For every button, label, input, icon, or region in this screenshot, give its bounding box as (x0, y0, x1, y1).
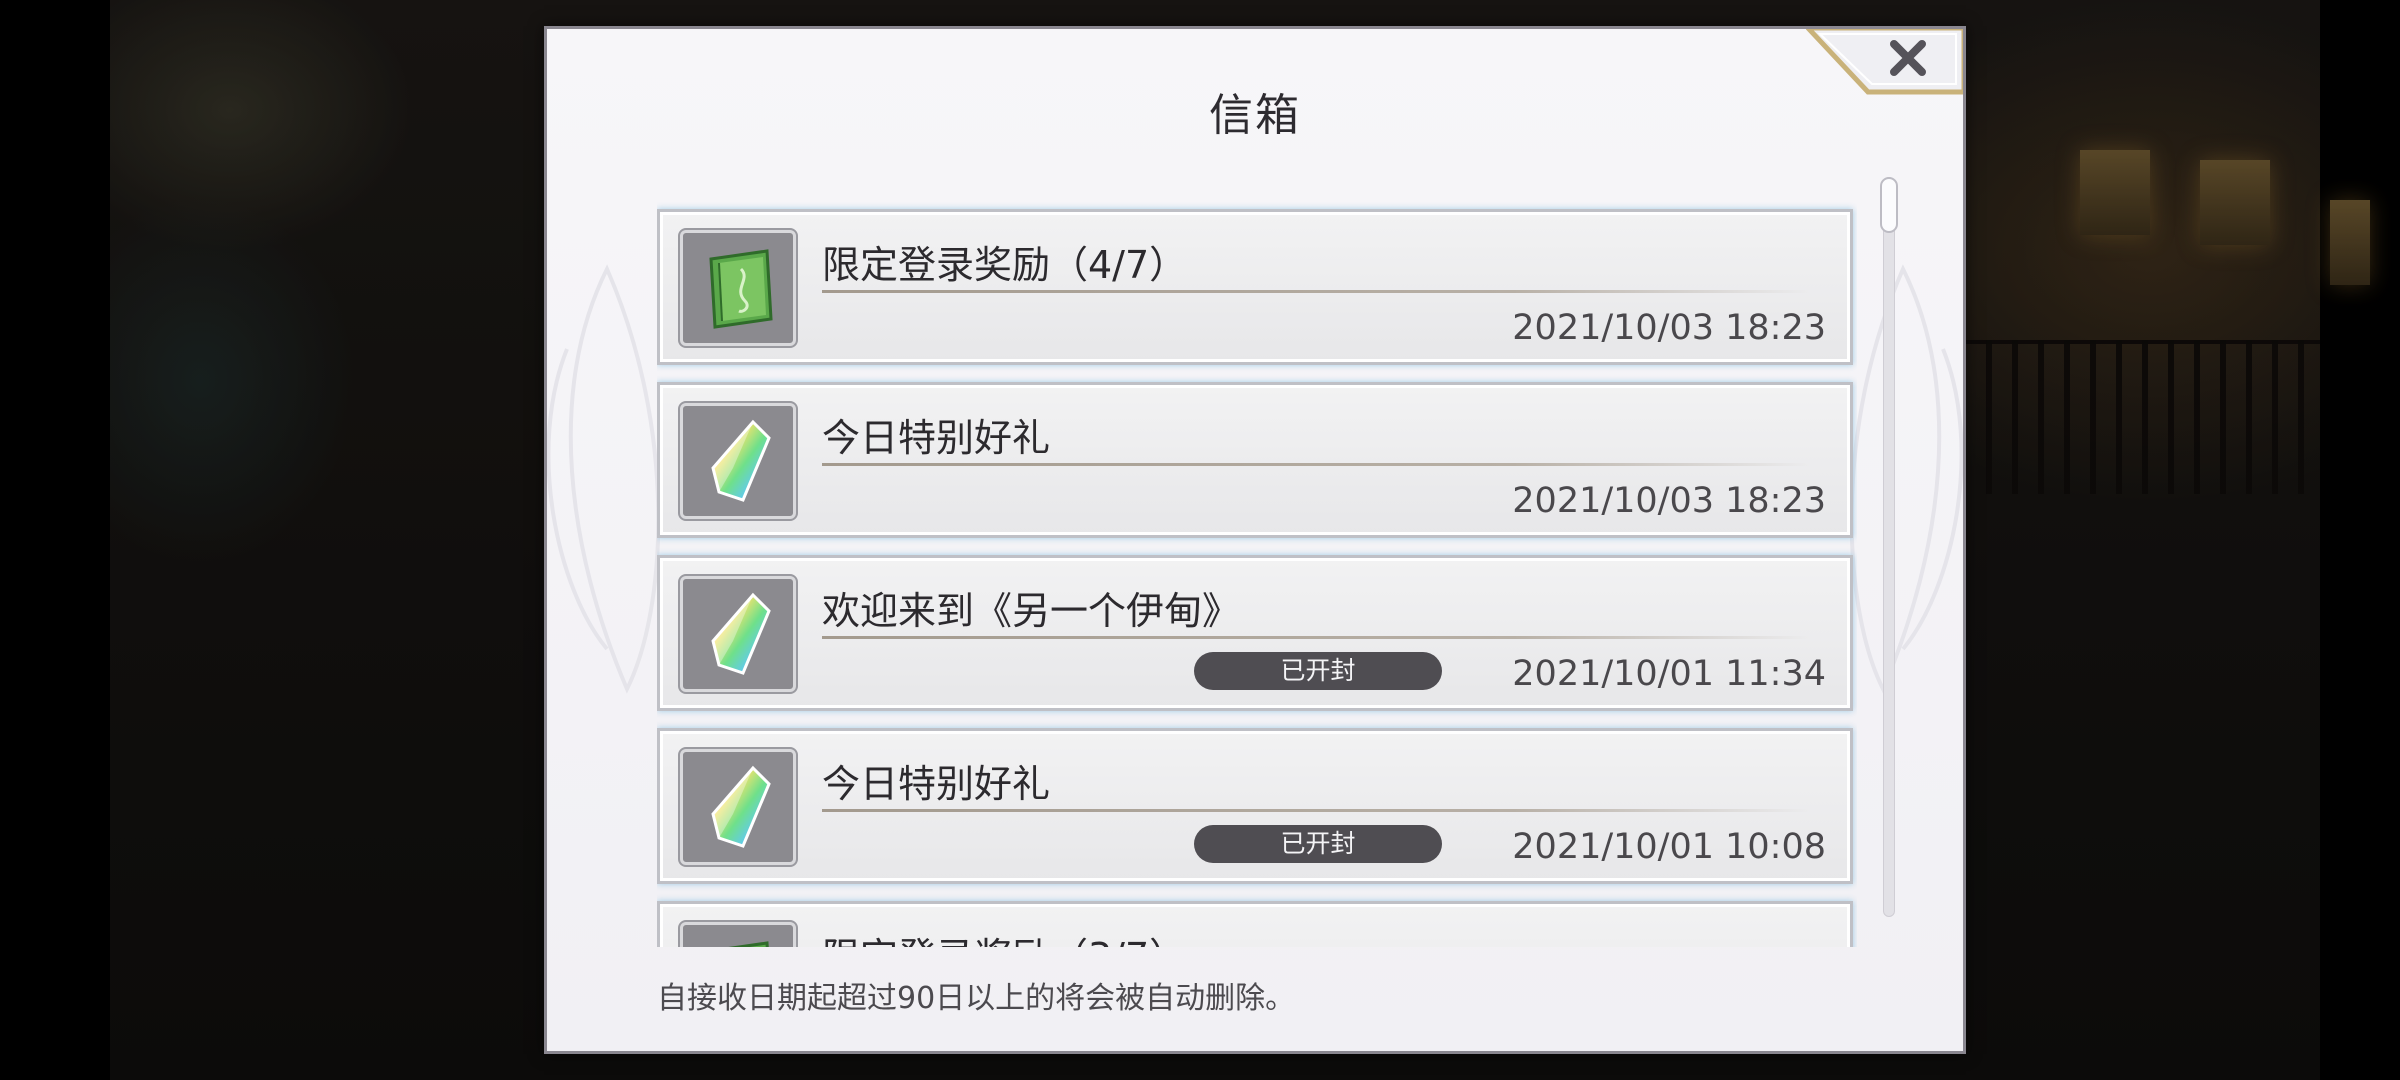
game-screen: 信箱 限定登录奖励（4/7） 2021/10/03 18:23 今日特别好礼 2… (0, 0, 2400, 1080)
green-ticket-icon (728, 941, 769, 947)
title-underline (822, 290, 1810, 293)
mail-title: 限定登录奖励（4/7） (822, 243, 1188, 287)
item-icon-frame (680, 230, 796, 346)
scrollbar-thumb[interactable] (1880, 177, 1898, 233)
item-icon-frame (680, 749, 796, 865)
item-icon-frame (680, 922, 796, 947)
item-icon-frame (680, 403, 796, 519)
mail-item[interactable]: 今日特别好礼 已开封 2021/10/01 10:08 (657, 728, 1853, 884)
scrollbar-track[interactable] (1883, 177, 1895, 917)
mail-title: 今日特别好礼 (822, 416, 1051, 460)
mail-item[interactable]: 欢迎来到《另一个伊甸》 已开封 2021/10/01 11:34 (657, 555, 1853, 711)
mail-item[interactable]: 今日特别好礼 2021/10/03 18:23 (657, 382, 1853, 538)
mail-item[interactable]: 限定登录奖励（4/7） 2021/10/03 18:23 (657, 209, 1853, 365)
mail-date: 2021/10/01 10:08 (1512, 827, 1826, 867)
close-icon (1890, 40, 1926, 76)
mailbox-dialog: 信箱 限定登录奖励（4/7） 2021/10/03 18:23 今日特别好礼 2… (544, 26, 1966, 1054)
mail-list[interactable]: 限定登录奖励（4/7） 2021/10/03 18:23 今日特别好礼 2021… (657, 181, 1857, 947)
mail-title: 限定登录奖励（3/7） (822, 926, 1187, 947)
title-underline (822, 636, 1810, 639)
mail-title: 欢迎来到《另一个伊甸》 (822, 589, 1241, 633)
mail-date: 2021/10/03 18:23 (1512, 481, 1826, 521)
mail-title: 今日特别好礼 (822, 762, 1051, 806)
mail-item[interactable]: 限定登录奖励（3/7） (657, 901, 1853, 947)
auto-delete-note: 自接收日期起超过90日以上的将会被自动删除。 (657, 981, 1296, 1016)
opened-badge: 已开封 (1194, 652, 1442, 690)
title-underline (822, 463, 1810, 466)
item-icon-frame (680, 576, 796, 692)
mail-date: 2021/10/01 11:34 (1512, 654, 1826, 694)
title-underline (822, 809, 1810, 812)
rainbow-crystal-icon (711, 419, 771, 502)
rainbow-crystal-icon (711, 765, 771, 848)
rainbow-crystal-icon (711, 592, 771, 675)
green-ticket-icon (709, 249, 773, 329)
dialog-title: 信箱 (1209, 90, 1301, 141)
opened-badge: 已开封 (1194, 825, 1442, 863)
close-button[interactable] (1805, 29, 1963, 96)
mail-date: 2021/10/03 18:23 (1512, 308, 1826, 348)
